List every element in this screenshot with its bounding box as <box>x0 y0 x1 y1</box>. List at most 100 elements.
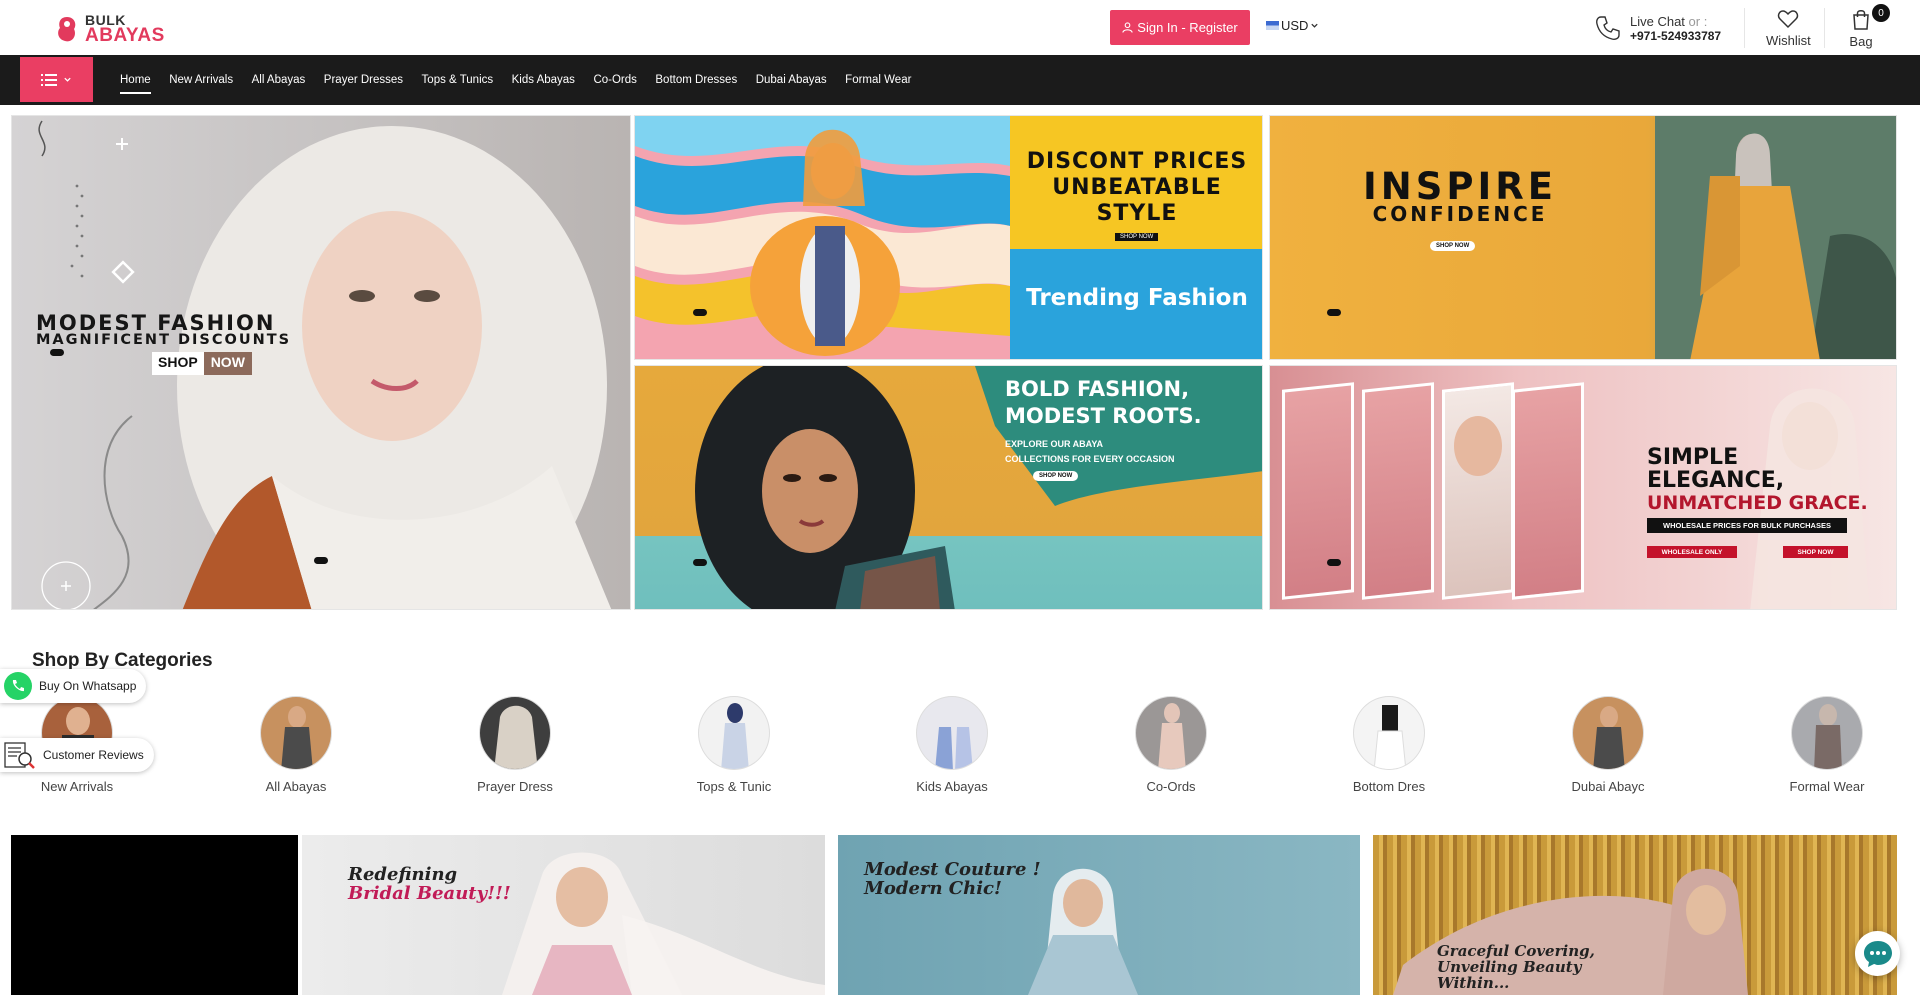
category-label: New Arrivals <box>40 779 114 794</box>
slider-dot[interactable] <box>1327 559 1341 566</box>
slider-dot[interactable] <box>693 559 707 566</box>
banner-subtitle: Trending Fashion <box>1026 285 1248 311</box>
category-image <box>260 696 332 770</box>
category-label: Dubai Abayc <box>1571 779 1645 794</box>
promo-title: Redefining <box>348 864 458 885</box>
wishlist-button[interactable]: Wishlist <box>1766 9 1811 48</box>
promo-couture[interactable]: Modest Couture ! Modern Chic! <box>838 835 1360 995</box>
shop-label: SHOP <box>152 352 204 375</box>
nav-item-dubai-abayas[interactable]: Dubai Abayas <box>756 74 827 86</box>
shop-now-button[interactable]: SHOP NOW <box>1033 471 1079 481</box>
nav-item-kids-abayas[interactable]: Kids Abayas <box>512 74 575 86</box>
category-image <box>1135 696 1207 770</box>
promo-title: Graceful Covering, <box>1437 942 1595 960</box>
category-image <box>1572 696 1644 770</box>
banner-title: SIMPLE ELEGANCE, <box>1647 446 1784 492</box>
slider-dot[interactable] <box>1327 309 1341 316</box>
category-bottom-dresses[interactable]: Bottom Dres <box>1314 696 1464 794</box>
category-label: Prayer Dress <box>477 779 553 794</box>
nav-item-new-arrivals[interactable]: New Arrivals <box>169 74 233 86</box>
currency-selector[interactable]: USD <box>1266 18 1319 33</box>
category-label: Co-Ords <box>1146 779 1196 794</box>
shop-now-button[interactable]: SHOP NOW <box>1430 241 1476 251</box>
nav-links: Home New Arrivals All Abayas Prayer Dres… <box>120 55 930 105</box>
category-co-ords[interactable]: Co-Ords <box>1096 696 1246 794</box>
slider-dot[interactable] <box>693 309 707 316</box>
nav-item-formal-wear[interactable]: Formal Wear <box>845 74 911 86</box>
shop-now-button[interactable]: SHOP NOW <box>1783 546 1848 558</box>
category-kids-abayas[interactable]: Kids Abayas <box>877 696 1027 794</box>
wishlist-label: Wishlist <box>1766 33 1811 48</box>
category-image <box>916 696 988 770</box>
banner-title-line: SIMPLE <box>1647 445 1739 470</box>
banner-title-line: UNBEATABLE STYLE <box>1052 175 1222 226</box>
reviews-label: Customer Reviews <box>43 748 144 762</box>
banner-title: DISCONT PRICES UNBEATABLE STYLE <box>1022 149 1252 227</box>
whatsapp-button[interactable]: Buy On Whatsapp <box>0 669 147 703</box>
promo-model-art <box>502 852 825 995</box>
banner-subtitle: CONFIDENCE <box>1372 202 1548 226</box>
logo-mark-icon <box>58 17 76 42</box>
nav-item-tops-tunics[interactable]: Tops & Tunics <box>422 74 494 86</box>
hero-banner-modest-fashion[interactable]: MODEST FASHION MAGNIFICENT DISCOUNTS SHO… <box>11 115 631 610</box>
category-all-abayas[interactable]: All Abayas <box>221 696 371 794</box>
flag-icon <box>1266 21 1279 30</box>
category-photo <box>721 703 749 769</box>
category-tops-tunic[interactable]: Tops & Tunic <box>659 696 809 794</box>
user-icon <box>1122 22 1133 33</box>
banner-model-art <box>1454 388 1870 609</box>
live-chat-contact[interactable]: Live Chat or : +971-524933787 <box>1594 9 1721 47</box>
promo-graceful[interactable]: Graceful Covering, Unveiling Beauty With… <box>1373 835 1897 995</box>
logo-text-bottom: ABAYAS <box>85 25 165 46</box>
banner-subtitle: EXPLORE OUR ABAYA COLLECTIONS FOR EVERY … <box>1005 437 1175 467</box>
banner-inspire-confidence[interactable]: INSPIRE CONFIDENCE SHOP NOW <box>1269 115 1897 360</box>
promo-title: Modest Couture ! <box>864 859 1041 880</box>
signin-label: Sign In - Register <box>1137 20 1238 35</box>
wholesale-pill: WHOLESALE PRICES FOR BULK PURCHASES <box>1647 518 1847 533</box>
promo-subtitle: Bridal Beauty!!! <box>348 883 511 904</box>
category-dubai-abayas[interactable]: Dubai Abayc <box>1533 696 1683 794</box>
currency-value: USD <box>1281 18 1309 33</box>
brand-logo[interactable]: BULK ABAYAS <box>55 12 175 46</box>
hero-shop-now-button[interactable]: SHOP NOW <box>152 352 252 375</box>
wholesale-only-tag: WHOLESALE ONLY <box>1647 546 1737 558</box>
promo-video-block[interactable] <box>11 835 298 995</box>
category-label: Formal Wear <box>1789 779 1865 794</box>
nav-item-home[interactable]: Home <box>120 74 151 94</box>
bag-label: Bag <box>1849 34 1873 49</box>
nav-item-co-ords[interactable]: Co-Ords <box>593 74 636 86</box>
chat-bubble-icon <box>1863 940 1892 967</box>
category-menu-button[interactable] <box>20 57 93 102</box>
bag-button[interactable]: 0 Bag <box>1846 4 1890 49</box>
shop-now-button[interactable]: SHOP NOW <box>1115 233 1159 241</box>
category-photo <box>494 705 538 769</box>
nav-item-all-abayas[interactable]: All Abayas <box>252 74 306 86</box>
slider-dot[interactable] <box>314 557 328 564</box>
category-photo <box>1814 704 1842 769</box>
category-photo <box>281 706 313 769</box>
banner-discount-prices[interactable]: DISCONT PRICES UNBEATABLE STYLE SHOP NOW… <box>634 115 1263 360</box>
bag-icon <box>1853 10 1869 30</box>
promo-subtitle: Unveiling Beauty <box>1437 958 1582 976</box>
banner-title-line: DISCONT PRICES <box>1026 149 1248 174</box>
category-formal-wear[interactable]: Formal Wear <box>1752 696 1902 794</box>
now-label: NOW <box>203 352 252 375</box>
banner-subtitle-line: COLLECTIONS FOR EVERY OCCASION <box>1005 454 1175 464</box>
category-photo <box>1158 703 1186 769</box>
banner-title-line: MODEST ROOTS. <box>1005 404 1202 428</box>
signin-register-button[interactable]: Sign In - Register <box>1110 10 1250 45</box>
whatsapp-icon <box>4 672 32 700</box>
chat-widget-button[interactable] <box>1855 931 1900 976</box>
nav-item-bottom-dresses[interactable]: Bottom Dresses <box>655 74 737 86</box>
customer-reviews-button[interactable]: Customer Reviews <box>0 738 154 772</box>
category-image <box>1791 696 1863 770</box>
nav-item-prayer-dresses[interactable]: Prayer Dresses <box>324 74 403 86</box>
chevron-down-icon <box>64 77 71 82</box>
category-prayer-dress[interactable]: Prayer Dress <box>440 696 590 794</box>
live-chat-or: or : <box>1688 13 1708 29</box>
banner-bold-fashion[interactable]: BOLD FASHION, MODEST ROOTS. EXPLORE OUR … <box>634 365 1263 610</box>
banner-simple-elegance[interactable]: SIMPLE ELEGANCE, UNMATCHED GRACE. WHOLES… <box>1269 365 1897 610</box>
category-image <box>479 696 551 770</box>
promo-bridal[interactable]: Redefining Bridal Beauty!!! <box>302 835 825 995</box>
slider-dot[interactable] <box>50 349 64 356</box>
